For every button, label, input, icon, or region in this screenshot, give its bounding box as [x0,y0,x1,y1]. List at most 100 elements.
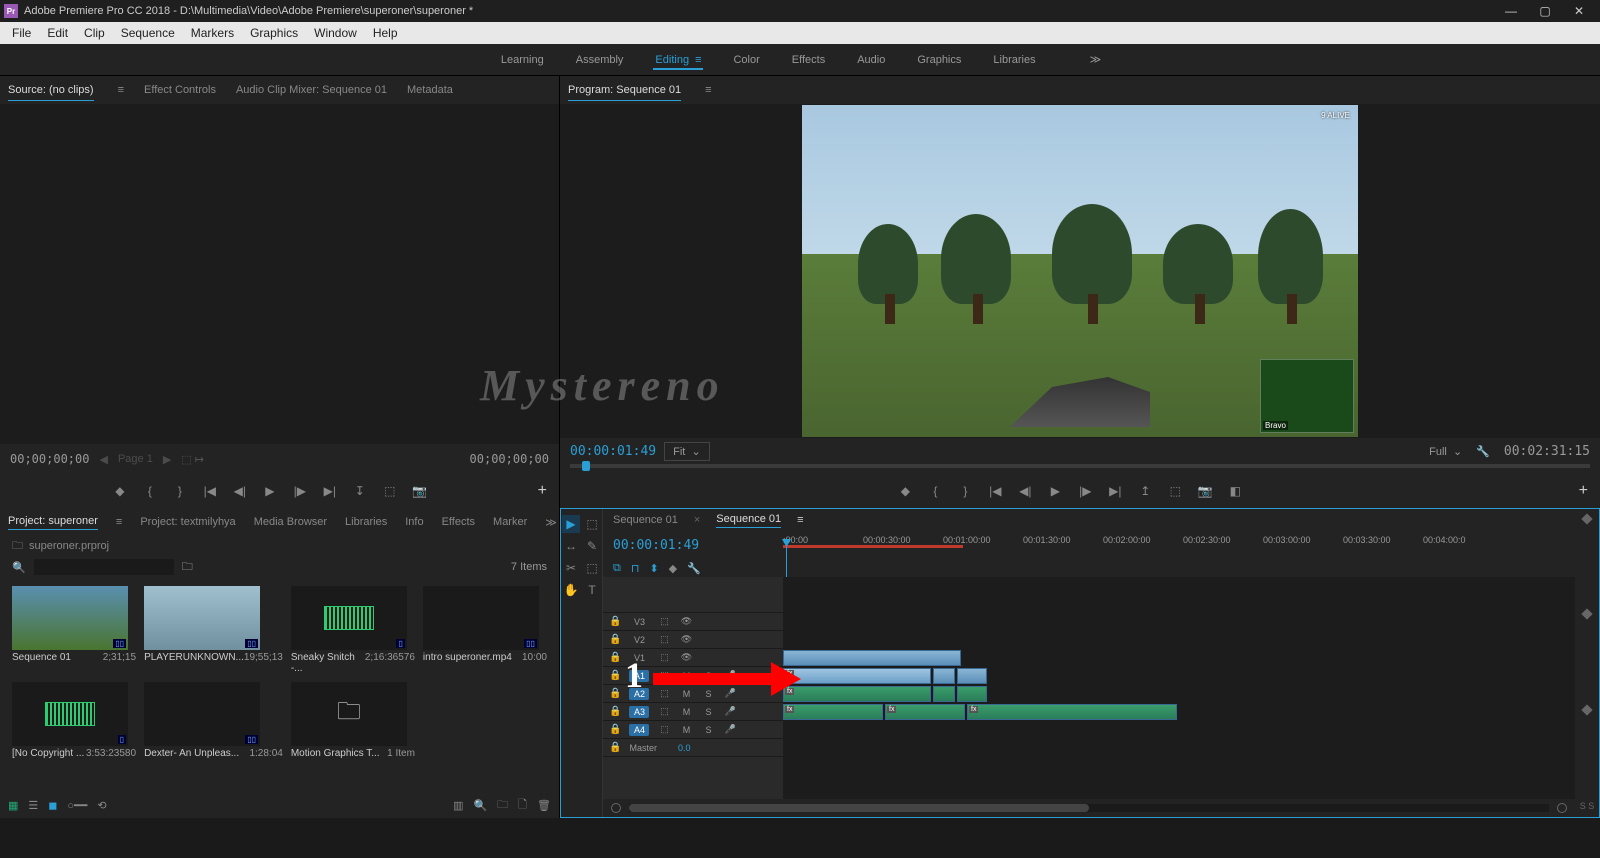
marker-icon[interactable]: ◆ [110,481,130,501]
out-point-icon[interactable]: } [955,481,975,501]
overflow-icon[interactable]: ≫ [545,516,557,529]
workspace-learning[interactable]: Learning [499,50,546,70]
project-item[interactable]: 🗀 Motion Graphics T...1 Item [291,682,415,759]
export-frame-icon[interactable]: 📷 [1195,481,1215,501]
wrench-icon[interactable]: 🔧 [687,562,701,575]
slip-tool-icon[interactable]: ⬚ [583,559,601,577]
track-master[interactable]: 🔒Master 0.0 [603,739,783,757]
menu-sequence[interactable]: Sequence [113,22,183,44]
minimize-button[interactable]: — [1494,0,1528,22]
tab-project2[interactable]: Project: textmilyhya [140,516,235,528]
timeline-clip[interactable]: fx [783,704,883,720]
track-a1[interactable]: 🔒A1⬚MS🎤 [603,667,783,685]
menu-file[interactable]: File [4,22,39,44]
timeline-clip[interactable] [933,668,955,684]
source-timecode-right[interactable]: 00;00;00;00 [470,452,549,466]
maximize-button[interactable]: ▢ [1528,0,1562,22]
step-back-icon[interactable]: ◀| [230,481,250,501]
bin-icon[interactable]: 🗀 [12,537,23,556]
automate-icon[interactable]: ▥ [453,799,463,812]
icon-view-icon[interactable]: ☰ [28,799,38,812]
sequence-tab[interactable]: Sequence 01 [716,513,781,528]
timeline-clip[interactable] [933,686,955,702]
step-forward-icon[interactable]: |▶ [290,481,310,501]
zoom-slider[interactable]: ○━━ [67,799,87,812]
menu-help[interactable]: Help [365,22,406,44]
panel-menu-icon[interactable]: ≡ [116,516,122,528]
search-input[interactable] [34,559,174,575]
list-view-icon[interactable]: ▦ [8,799,18,812]
insert-overwrite-icon[interactable]: ⬚ ↦ [181,453,204,466]
snap-icon[interactable]: ⧉ [613,562,621,575]
tab-info[interactable]: Info [405,516,423,528]
panel-menu-icon[interactable]: ≡ [797,514,803,526]
selection-tool-icon[interactable]: ▶ [562,515,580,533]
timeline-clip[interactable]: fx [967,704,1177,720]
playhead-icon[interactable] [582,461,590,471]
tab-audio-mixer[interactable]: Audio Clip Mixer: Sequence 01 [236,80,387,100]
settings-icon[interactable]: ◆ [669,562,677,575]
sort-icon[interactable]: ⟲ [97,799,106,812]
lift-icon[interactable]: ↥ [1135,481,1155,501]
settings-icon[interactable]: 🔧 [1476,445,1490,458]
new-bin-icon[interactable]: 🗀 [497,796,508,815]
tab-libraries[interactable]: Libraries [345,516,387,528]
button-editor-icon[interactable]: + [538,482,547,500]
ripple-tool-icon[interactable]: ↔ [562,537,580,555]
new-item-icon[interactable]: 🗋 [518,796,527,815]
workspace-audio[interactable]: Audio [855,50,887,70]
play-icon[interactable]: ▶ [1045,481,1065,501]
go-to-in-icon[interactable]: |◀ [200,481,220,501]
marker-diamond-icon[interactable] [1581,704,1592,715]
project-item[interactable]: ▯▯ PLAYERUNKNOWN...19;55;13 [144,586,283,674]
timeline-scrollbar[interactable] [629,804,1549,812]
track-a4[interactable]: 🔒A4⬚MS🎤 [603,721,783,739]
source-monitor[interactable] [0,104,559,444]
comparison-icon[interactable]: ◧ [1225,481,1245,501]
timeline-clip[interactable]: fx [783,686,931,702]
button-editor-icon[interactable]: + [1579,482,1588,500]
extract-icon[interactable]: ⬚ [1165,481,1185,501]
track-a2[interactable]: 🔒A2⬚MS🎤 [603,685,783,703]
project-item[interactable]: ▯▯ intro superoner.mp410:00 [423,586,547,674]
tab-source[interactable]: Source: (no clips) [8,80,94,101]
workspace-overflow-icon[interactable]: ≫ [1090,53,1102,66]
play-icon[interactable]: ▶ [260,481,280,501]
close-button[interactable]: ✕ [1562,0,1596,22]
tab-effects[interactable]: Effects [442,516,475,528]
panel-menu-icon[interactable]: ≡ [705,84,711,96]
timeline-clip[interactable] [957,668,987,684]
marker-icon[interactable]: ⬍ [649,562,658,575]
resolution-dropdown[interactable]: Full ⌄ [1429,445,1462,458]
program-scrubber[interactable] [560,464,1600,474]
menu-clip[interactable]: Clip [76,22,113,44]
freeform-view-icon[interactable]: ◼ [48,799,57,812]
export-frame-icon[interactable]: 📷 [410,481,430,501]
go-to-out-icon[interactable]: ▶| [1105,481,1125,501]
go-to-in-icon[interactable]: |◀ [985,481,1005,501]
track-v1[interactable]: 🔒V1⬚👁 [603,649,783,667]
workspace-graphics[interactable]: Graphics [915,50,963,70]
tab-marker[interactable]: Marker [493,516,527,528]
tab-media-browser[interactable]: Media Browser [254,516,327,528]
project-grid[interactable]: ▯▯ Sequence 012;31;15 ▯▯ PLAYERUNKNOWN..… [0,578,559,792]
filter-bin-icon[interactable]: 🗀 [182,558,193,577]
menu-graphics[interactable]: Graphics [242,22,306,44]
project-item[interactable]: ▯▯ Sequence 012;31;15 [12,586,136,674]
project-item[interactable]: ▯ Sneaky Snitch -...2;16:36576 [291,586,415,674]
marker-diamond-icon[interactable] [1581,609,1592,620]
panel-menu-icon[interactable]: ≡ [118,84,124,96]
workspace-libraries[interactable]: Libraries [991,50,1037,70]
timeline-clip[interactable] [957,686,987,702]
program-monitor[interactable]: 9 ALIVE Bravo [560,104,1600,438]
workspace-assembly[interactable]: Assembly [574,50,626,70]
search-icon[interactable]: 🔍 [12,561,26,574]
workspace-editing[interactable]: Editing≡ [653,50,703,70]
step-forward-icon[interactable]: |▶ [1075,481,1095,501]
track-v2[interactable]: 🔒V2⬚👁 [603,631,783,649]
hand-tool-icon[interactable]: ✋ [562,581,580,599]
tab-effect-controls[interactable]: Effect Controls [144,80,216,100]
menu-window[interactable]: Window [306,22,365,44]
overwrite-icon[interactable]: ⬚ [380,481,400,501]
source-timecode-left[interactable]: 00;00;00;00 [10,452,89,466]
